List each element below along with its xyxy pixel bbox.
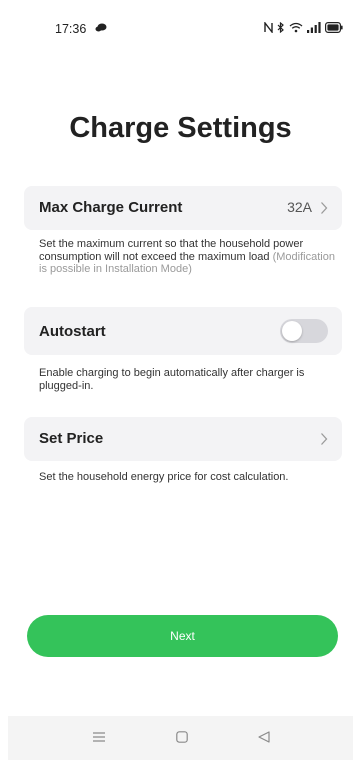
chevron-right-icon (321, 433, 328, 445)
status-time: 17:36 (55, 22, 87, 36)
autostart-label: Autostart (39, 323, 106, 340)
back-icon[interactable] (258, 731, 270, 743)
max-charge-current-description: Set the maximum current so that the hous… (39, 238, 335, 276)
chevron-right-icon (321, 202, 328, 214)
set-price-label: Set Price (39, 430, 104, 447)
chat-bubble-icon (95, 23, 107, 32)
next-button[interactable]: Next (27, 615, 338, 657)
set-price-row[interactable]: Set Price (24, 417, 342, 461)
home-icon[interactable] (176, 731, 188, 743)
max-charge-current-description-text: Set the maximum current so that the hous… (39, 238, 304, 263)
toggle-knob (282, 321, 302, 341)
status-icons (264, 22, 343, 33)
autostart-row: Autostart (24, 307, 342, 355)
bluetooth-icon (277, 22, 284, 33)
max-charge-current-label: Max Charge Current (39, 199, 183, 216)
battery-icon (325, 22, 343, 33)
max-charge-current-value: 32A (287, 199, 312, 215)
app-screen: 17:36 Charge Settings Max Charge Current… (8, 0, 353, 760)
page-title: Charge Settings (69, 112, 292, 144)
set-price-description: Set the household energy price for cost … (39, 471, 289, 483)
signal-icon (307, 22, 321, 33)
status-bar: 17:36 (8, 20, 353, 40)
autostart-description: Enable charging to begin automatically a… (39, 367, 305, 392)
wifi-icon (289, 22, 303, 33)
autostart-toggle[interactable] (280, 319, 328, 343)
navigation-bar (8, 716, 353, 760)
max-charge-current-row[interactable]: Max Charge Current 32A (24, 186, 342, 230)
nfc-icon (264, 22, 273, 33)
menu-icon[interactable] (93, 731, 105, 743)
